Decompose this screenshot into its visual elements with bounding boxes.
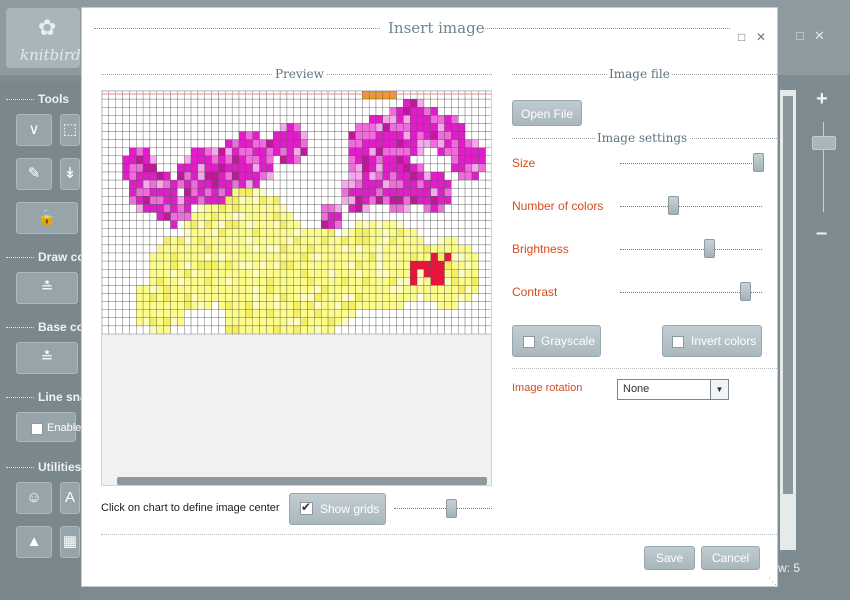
number-of-colors-slider-track[interactable]: [620, 206, 762, 208]
pencil-tool-icon[interactable]: ✎: [16, 158, 52, 190]
app-logo: ✿ knitbird: [6, 8, 81, 68]
status-text: w: 5: [778, 561, 801, 575]
image-file-group-title: Image file: [512, 67, 777, 83]
section-utilities: Utilities: [6, 460, 81, 474]
dialog-titlebar: Insert image □ ✕: [82, 18, 779, 44]
dialog-close-icon[interactable]: ✕: [756, 30, 766, 44]
bird-logo-icon: ✿: [38, 16, 57, 41]
calculator-utility-icon[interactable]: ▦: [60, 526, 80, 558]
bg-close-icon[interactable]: ✕: [814, 28, 825, 44]
chevron-down-icon[interactable]: ▼: [710, 380, 728, 399]
show-grids-checkbox[interactable]: [300, 500, 313, 515]
grid-size-slider-thumb[interactable]: [445, 499, 457, 518]
brightness-slider-thumb[interactable]: [704, 239, 716, 258]
enable-snap-toggle[interactable]: Enable: [16, 412, 81, 442]
zoom-out-icon[interactable]: –: [816, 222, 827, 245]
section-tools: Tools: [6, 92, 69, 106]
text-utility-icon[interactable]: A: [60, 482, 80, 514]
brightness-label: Brightness: [512, 242, 569, 256]
resize-grip-icon[interactable]: ⋱: [768, 576, 777, 587]
size-slider-thumb[interactable]: [752, 153, 764, 172]
palette-utility-icon[interactable]: ▲: [16, 526, 52, 558]
invert-colors-checkbox[interactable]: [672, 336, 684, 348]
preview-grid[interactable]: [102, 91, 491, 337]
preview-group-title: Preview: [101, 67, 492, 83]
contrast-label: Contrast: [512, 285, 558, 299]
pipette-tool-icon[interactable]: ↡: [60, 158, 80, 190]
preview-hint-text: Click on chart to define image center: [101, 502, 280, 514]
cancel-button[interactable]: Cancel: [701, 546, 760, 570]
image-rotation-select[interactable]: None ▼: [617, 379, 729, 400]
dialog-title: Insert image: [388, 19, 485, 37]
footer-divider: [101, 534, 777, 535]
save-button[interactable]: Save: [644, 546, 695, 570]
logo-text: knitbird: [20, 46, 81, 64]
number-of-colors-label: Number of colors: [512, 199, 604, 213]
open-file-button[interactable]: Open File: [512, 100, 582, 126]
contrast-slider-thumb[interactable]: [739, 282, 751, 301]
image-settings-group-title: Image settings: [512, 131, 777, 147]
pixel-grid-image[interactable]: [102, 91, 491, 337]
chevron-down-tool-icon[interactable]: ∨: [16, 114, 52, 146]
grid-size-slider-track[interactable]: [394, 508, 492, 510]
zoom-slider-thumb[interactable]: [812, 136, 836, 150]
dialog-maximize-icon[interactable]: □: [738, 30, 745, 44]
bg-maximize-icon[interactable]: □: [796, 28, 804, 43]
select-tool-icon[interactable]: ⬚: [60, 114, 80, 146]
number-of-colors-slider-thumb[interactable]: [667, 196, 679, 215]
tools-sidebar: Tools ∨ ⬚ ✎ ↡ 🔒 Draw colo ≛ Base colo ≛ …: [0, 82, 95, 600]
brightness-slider-track[interactable]: [620, 249, 762, 251]
owl-utility-icon[interactable]: ☺: [16, 482, 52, 514]
size-slider-track[interactable]: [620, 163, 762, 165]
draw-color-button[interactable]: ≛: [16, 272, 78, 304]
settings-divider: [512, 368, 777, 369]
enable-snap-checkbox[interactable]: [31, 423, 43, 435]
canvas-scrollbar-thumb[interactable]: [783, 96, 793, 494]
insert-image-dialog: Insert image □ ✕ Preview Click on chart …: [81, 7, 778, 587]
image-rotation-label: Image rotation: [512, 382, 583, 394]
preview-horizontal-scrollbar[interactable]: [117, 477, 487, 485]
base-color-button[interactable]: ≛: [16, 342, 78, 374]
size-label: Size: [512, 156, 536, 170]
lock-tool-icon[interactable]: 🔒: [16, 202, 78, 234]
zoom-in-icon[interactable]: +: [816, 88, 828, 111]
preview-canvas[interactable]: [101, 90, 492, 486]
grayscale-checkbox[interactable]: [523, 336, 535, 348]
